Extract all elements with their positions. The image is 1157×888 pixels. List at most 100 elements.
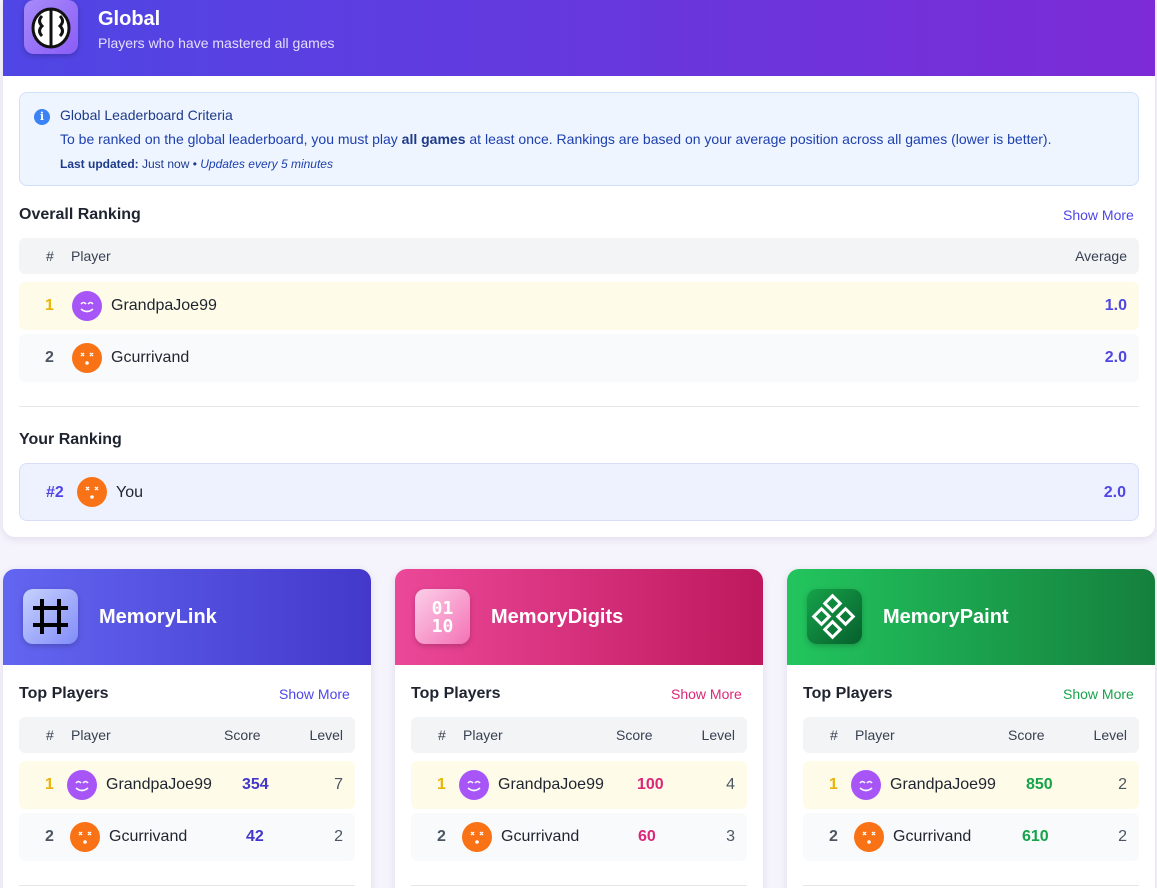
table-row[interactable]: 2 Gcurrivand 610 2 xyxy=(803,813,1139,861)
row-level: 3 xyxy=(726,828,735,845)
row-average: 2.0 xyxy=(1104,349,1127,366)
criteria-text-after: at least once. Rankings are based on you… xyxy=(465,131,1052,147)
section-divider xyxy=(19,885,355,886)
row-player-name: GrandpaJoe99 xyxy=(498,776,604,793)
row-score: 100 xyxy=(637,776,664,793)
dizzy-avatar-icon xyxy=(70,822,100,852)
col-score-header: Score xyxy=(224,727,261,743)
overall-show-more-link[interactable]: Show More xyxy=(1063,207,1134,223)
criteria-text-before: To be ranked on the global leaderboard, … xyxy=(60,131,402,147)
row-player-name: Gcurrivand xyxy=(893,828,972,845)
table-row[interactable]: 2 Gcurrivand 2.0 xyxy=(19,334,1139,382)
memorylink-table-header: # Player Score Level xyxy=(19,717,355,753)
global-subtitle: Players who have mastered all games xyxy=(98,35,335,51)
row-rank: 2 xyxy=(829,828,838,845)
smile-avatar-icon xyxy=(851,770,881,800)
your-ranking-title: Your Ranking xyxy=(19,431,122,448)
top-players-title: Top Players xyxy=(803,685,893,702)
table-row[interactable]: 1 GrandpaJoe99 354 7 xyxy=(19,761,355,809)
your-average: 2.0 xyxy=(1103,484,1126,501)
row-rank: 2 xyxy=(437,828,446,845)
top-players-title: Top Players xyxy=(411,685,501,702)
section-divider xyxy=(803,885,1139,886)
table-row[interactable]: 1 GrandpaJoe99 100 4 xyxy=(411,761,747,809)
memorylink-card: MemoryLink Top Players Show More # Playe… xyxy=(3,569,371,888)
memorydigits-show-more-link[interactable]: Show More xyxy=(671,686,742,702)
dizzy-avatar-icon xyxy=(77,477,107,507)
row-score: 610 xyxy=(1022,828,1049,845)
last-updated-value: Just now • xyxy=(138,157,201,171)
col-score-header: Score xyxy=(1008,727,1045,743)
col-average-header: Average xyxy=(1075,248,1127,264)
row-level: 4 xyxy=(726,776,735,793)
brain-icon xyxy=(24,0,78,54)
global-leaderboard-card: Global Players who have mastered all gam… xyxy=(3,0,1155,537)
row-rank: 2 xyxy=(45,349,54,366)
row-average: 1.0 xyxy=(1104,297,1127,314)
last-updated: Last updated: Just now • Updates every 5… xyxy=(60,157,333,171)
col-player-header: Player xyxy=(463,727,503,743)
row-player-name: Gcurrivand xyxy=(501,828,580,845)
memorypaint-table-header: # Player Score Level xyxy=(803,717,1139,753)
dizzy-avatar-icon xyxy=(462,822,492,852)
section-divider xyxy=(19,406,1139,407)
table-row[interactable]: 2 Gcurrivand 42 2 xyxy=(19,813,355,861)
col-score-header: Score xyxy=(616,727,653,743)
overall-ranking-title: Overall Ranking xyxy=(19,206,141,223)
col-rank-header: # xyxy=(830,727,838,743)
memorydigits-title: MemoryDigits xyxy=(491,606,624,628)
col-level-header: Level xyxy=(701,727,735,743)
col-level-header: Level xyxy=(309,727,343,743)
global-title: Global xyxy=(98,8,161,30)
section-divider xyxy=(411,885,747,886)
criteria-text: To be ranked on the global leaderboard, … xyxy=(60,131,1051,147)
table-row[interactable]: 1 GrandpaJoe99 850 2 xyxy=(803,761,1139,809)
row-rank: 1 xyxy=(829,776,838,793)
row-level: 2 xyxy=(1118,776,1127,793)
col-rank-header: # xyxy=(46,248,54,264)
overall-table-header: # Player Average xyxy=(19,238,1139,274)
your-ranking-row[interactable]: #2 You 2.0 xyxy=(19,463,1139,521)
memorylink-show-more-link[interactable]: Show More xyxy=(279,686,350,702)
memorydigits-card: 01 10 MemoryDigits Top Players Show More… xyxy=(395,569,763,888)
row-player-name: Gcurrivand xyxy=(109,828,188,845)
icon-digits-bottom: 10 xyxy=(432,616,454,637)
row-score: 42 xyxy=(246,828,264,845)
row-level: 7 xyxy=(334,776,343,793)
criteria-text-bold: all games xyxy=(401,131,466,147)
row-rank: 1 xyxy=(45,776,54,793)
table-row[interactable]: 2 Gcurrivand 60 3 xyxy=(411,813,747,861)
row-player-name: Gcurrivand xyxy=(111,349,190,366)
col-player-header: Player xyxy=(71,727,111,743)
row-player-name: GrandpaJoe99 xyxy=(111,297,217,314)
table-row[interactable]: 1 GrandpaJoe99 1.0 xyxy=(19,282,1139,330)
col-player-header: Player xyxy=(855,727,895,743)
your-player-name: You xyxy=(116,484,143,501)
diamond-pattern-icon xyxy=(807,589,862,644)
memorypaint-card: MemoryPaint Top Players Show More # Play… xyxy=(787,569,1155,888)
row-level: 2 xyxy=(334,828,343,845)
row-player-name: GrandpaJoe99 xyxy=(106,776,212,793)
memorypaint-show-more-link[interactable]: Show More xyxy=(1063,686,1134,702)
row-rank: 2 xyxy=(45,828,54,845)
smile-avatar-icon xyxy=(67,770,97,800)
dizzy-avatar-icon xyxy=(72,343,102,373)
last-updated-label: Last updated: xyxy=(60,157,139,171)
global-header: Global Players who have mastered all gam… xyxy=(3,0,1155,76)
row-rank: 1 xyxy=(437,776,446,793)
your-rank: #2 xyxy=(46,484,64,501)
smile-avatar-icon xyxy=(72,291,102,321)
col-level-header: Level xyxy=(1093,727,1127,743)
row-score: 354 xyxy=(242,776,269,793)
row-rank: 1 xyxy=(45,297,54,314)
col-rank-header: # xyxy=(438,727,446,743)
smile-avatar-icon xyxy=(459,770,489,800)
row-score: 60 xyxy=(638,828,656,845)
criteria-info-box: i Global Leaderboard Criteria To be rank… xyxy=(19,92,1139,186)
dizzy-avatar-icon xyxy=(854,822,884,852)
memorypaint-title: MemoryPaint xyxy=(883,606,1009,628)
memorydigits-table-header: # Player Score Level xyxy=(411,717,747,753)
binary-digits-icon: 01 10 xyxy=(415,589,470,644)
memorylink-header: MemoryLink xyxy=(3,569,371,665)
col-rank-header: # xyxy=(46,727,54,743)
